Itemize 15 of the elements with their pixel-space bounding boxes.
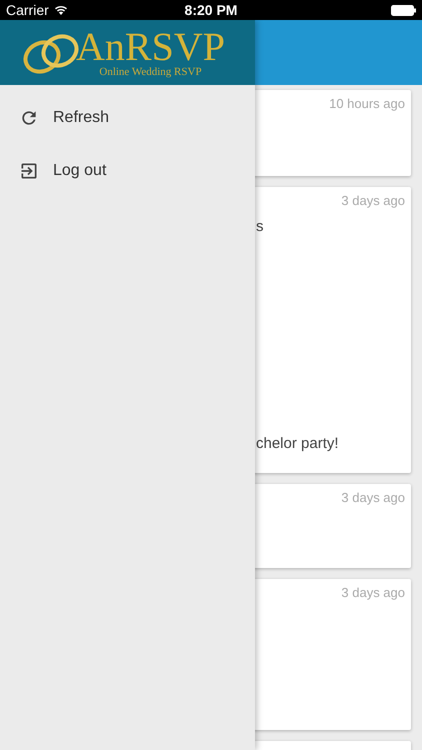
message-text: s — [256, 218, 264, 235]
carrier-label: Carrier — [6, 2, 49, 18]
menu-item[interactable]: Log out — [0, 144, 255, 197]
clock-time: 8:20 PM — [184, 2, 238, 18]
menu-item[interactable]: Refresh — [0, 91, 255, 144]
timestamp: 10 hours ago — [329, 96, 405, 111]
logo-subtitle: Online Wedding RSVP — [99, 66, 202, 78]
timestamp: 3 days ago — [341, 585, 405, 600]
wifi-icon — [54, 5, 68, 15]
timestamp: 3 days ago — [341, 193, 405, 208]
battery-icon — [391, 4, 416, 16]
timestamp: 3 days ago — [341, 490, 405, 505]
message-text: chelor party! — [256, 435, 339, 452]
exit-icon — [19, 160, 39, 180]
logo-title: AnRSVP — [76, 28, 225, 66]
